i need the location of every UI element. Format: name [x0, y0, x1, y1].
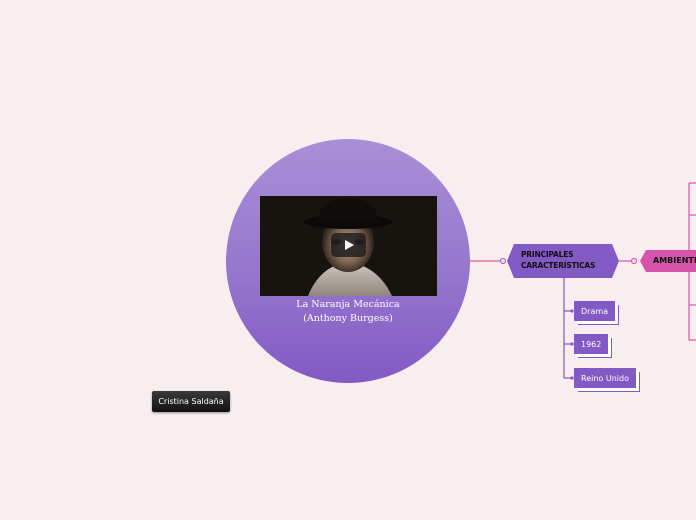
central-topic-title: La Naranja Mecánica (Anthony Burgess)	[226, 298, 470, 326]
central-title-line1: La Naranja Mecánica	[296, 299, 400, 310]
subtopic-1962[interactable]: 1962	[574, 334, 609, 354]
play-button[interactable]	[331, 233, 366, 257]
play-icon	[344, 240, 354, 250]
chars-label-line1: PRINCIPALES	[521, 250, 574, 259]
central-title-line2: (Anthony Burgess)	[303, 313, 393, 324]
video-thumbnail[interactable]	[260, 196, 437, 296]
ambiente-label: AMBIENTE	[653, 256, 696, 265]
principales-caracteristicas-label: PRINCIPALES CARACTERÍSTICAS	[521, 249, 613, 271]
chars-label-line2: CARACTERÍSTICAS	[521, 261, 596, 270]
subtopic-reino-unido[interactable]: Reino Unido	[574, 368, 636, 388]
subtopic-drama[interactable]: Drama	[574, 301, 616, 321]
author-label[interactable]: Cristina Saldaña	[152, 391, 230, 412]
